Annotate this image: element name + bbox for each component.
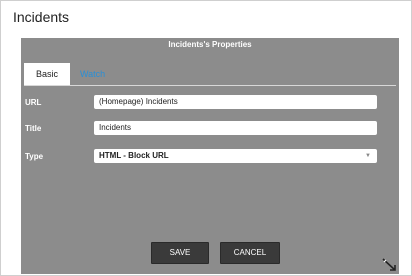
tab-watch[interactable]: Watch	[80, 63, 105, 85]
properties-dialog: Incidents's Properties Basic Watch URL (…	[21, 38, 399, 274]
type-select[interactable]: HTML - Block URL ▼	[94, 149, 377, 163]
url-label: URL	[25, 98, 42, 107]
save-button[interactable]: SAVE	[151, 242, 209, 264]
resize-handle-icon[interactable]	[381, 256, 397, 272]
type-select-value: HTML - Block URL	[99, 151, 169, 160]
chevron-down-icon: ▼	[365, 153, 371, 159]
dialog-header: Incidents's Properties	[168, 40, 252, 49]
type-label: Type	[25, 152, 44, 161]
cancel-button[interactable]: CANCEL	[220, 242, 280, 264]
tab-divider	[24, 85, 396, 86]
title-field[interactable]: Incidents	[94, 121, 377, 135]
url-field[interactable]: (Homepage) Incidents	[94, 95, 377, 109]
window-title: Incidents	[13, 9, 70, 25]
properties-window: Incidents Incidents's Properties Basic W…	[0, 0, 412, 276]
tab-basic[interactable]: Basic	[24, 63, 70, 85]
title-label: Title	[25, 124, 42, 133]
